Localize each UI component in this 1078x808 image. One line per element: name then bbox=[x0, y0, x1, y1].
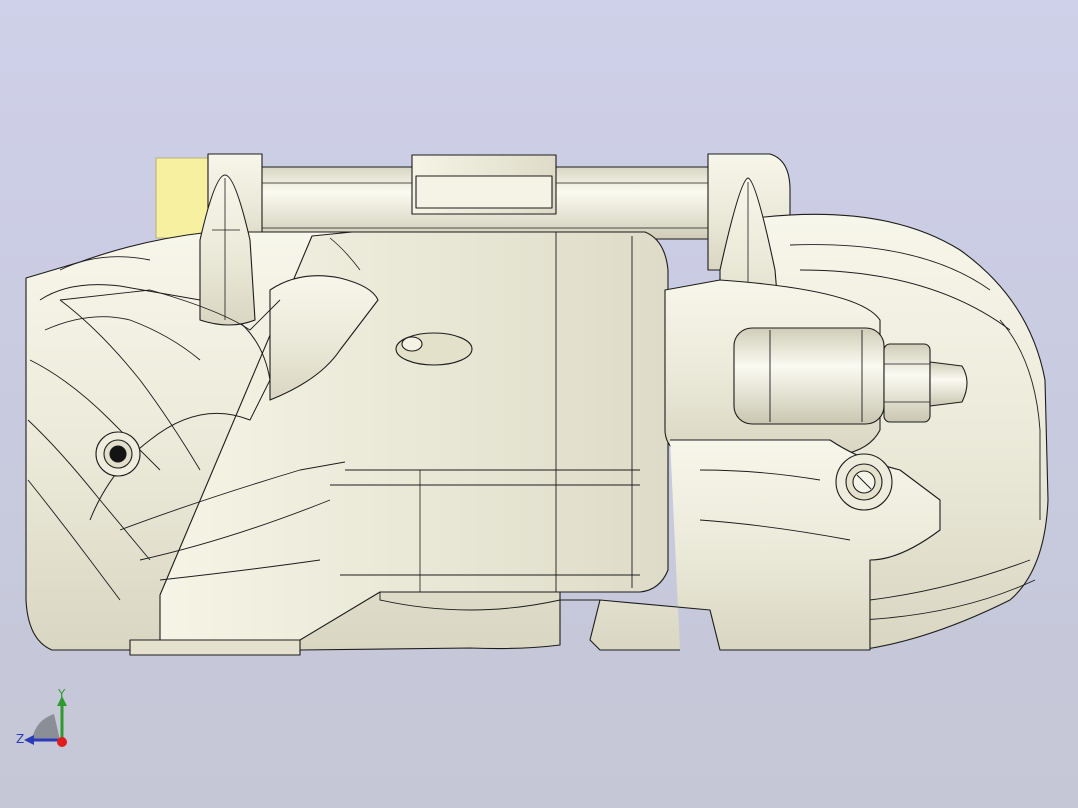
hex-nut bbox=[883, 343, 931, 423]
x-axis-dot-icon bbox=[57, 737, 67, 747]
highlighted-end-cap bbox=[155, 157, 209, 239]
triad-base-icon bbox=[32, 714, 60, 740]
z-axis-label: Z bbox=[16, 732, 25, 746]
piston-cylinder bbox=[733, 327, 885, 425]
y-axis-label: Y bbox=[58, 687, 66, 701]
cad-viewport[interactable]: Y Z bbox=[0, 0, 1078, 808]
bottom-skirt bbox=[129, 639, 301, 656]
left-pin-hole bbox=[109, 445, 127, 463]
bleed-fitting bbox=[929, 361, 968, 407]
caliper-3d-model[interactable] bbox=[0, 0, 1078, 808]
